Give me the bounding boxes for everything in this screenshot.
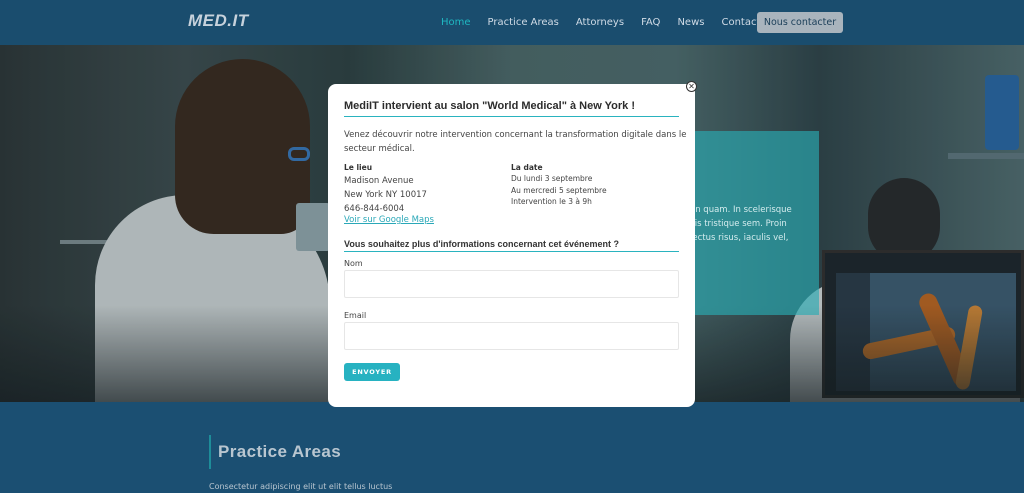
nav-home[interactable]: Home	[441, 17, 471, 28]
modal-intro: Venez découvrir notre intervention conce…	[344, 128, 687, 156]
email-field[interactable]	[344, 322, 679, 350]
google-maps-link[interactable]: Voir sur Google Maps	[344, 215, 434, 225]
date-line: Intervention le 3 à 9h	[511, 197, 592, 206]
nav-faq[interactable]: FAQ	[641, 17, 660, 28]
location-line: 646-844-6004	[344, 204, 405, 214]
hero-card-line: an quam. In scelerisque	[690, 205, 792, 215]
nav-practice-areas[interactable]: Practice Areas	[488, 17, 559, 28]
location-details: Madison Avenue New York NY 10017 646-844…	[344, 174, 427, 216]
logo[interactable]: MED.IT	[188, 11, 249, 31]
modal-intro-line: secteur médical.	[344, 144, 415, 154]
modal-title: MediIT intervient au salon "World Medica…	[344, 100, 635, 112]
date-heading: La date	[511, 163, 543, 172]
modal-intro-line: Venez découvrir notre intervention conce…	[344, 130, 687, 140]
nav-news[interactable]: News	[677, 17, 704, 28]
date-line: Du lundi 3 septembre	[511, 174, 593, 183]
form-heading: Vous souhaitez plus d'informations conce…	[344, 239, 620, 249]
nav-attorneys[interactable]: Attorneys	[576, 17, 624, 28]
location-line: New York NY 10017	[344, 190, 427, 200]
name-field[interactable]	[344, 270, 679, 298]
close-icon[interactable]: ✕	[686, 81, 697, 92]
submit-button[interactable]: ENVOYER	[344, 363, 400, 381]
site-header: MED.IT Home Practice Areas Attorneys FAQ…	[0, 0, 1024, 45]
section-title: Practice Areas	[218, 442, 342, 461]
location-line: Madison Avenue	[344, 176, 414, 186]
main-nav: Home Practice Areas Attorneys FAQ News C…	[441, 0, 793, 45]
section-accent-rule	[209, 435, 211, 469]
hero-card-line: lectus risus, iaculis vel,	[690, 233, 789, 243]
email-label: Email	[344, 311, 367, 320]
hero-card-text: an quam. In scelerisque llis tristique s…	[690, 203, 818, 245]
hero-card-line: llis tristique sem. Proin	[690, 219, 787, 229]
modal-title-rule	[344, 116, 679, 117]
practice-areas-section: Practice Areas Consectetur adipiscing el…	[0, 402, 1024, 493]
name-label: Nom	[344, 259, 363, 268]
location-heading: Le lieu	[344, 163, 373, 172]
form-heading-rule	[344, 251, 679, 252]
contact-button[interactable]: Nous contacter	[757, 12, 843, 33]
date-details: Du lundi 3 septembre Au mercredi 5 septe…	[511, 173, 607, 208]
event-modal: MediIT intervient au salon "World Medica…	[328, 84, 695, 407]
date-line: Au mercredi 5 septembre	[511, 185, 607, 195]
section-subtitle: Consectetur adipiscing elit ut elit tell…	[209, 482, 393, 491]
